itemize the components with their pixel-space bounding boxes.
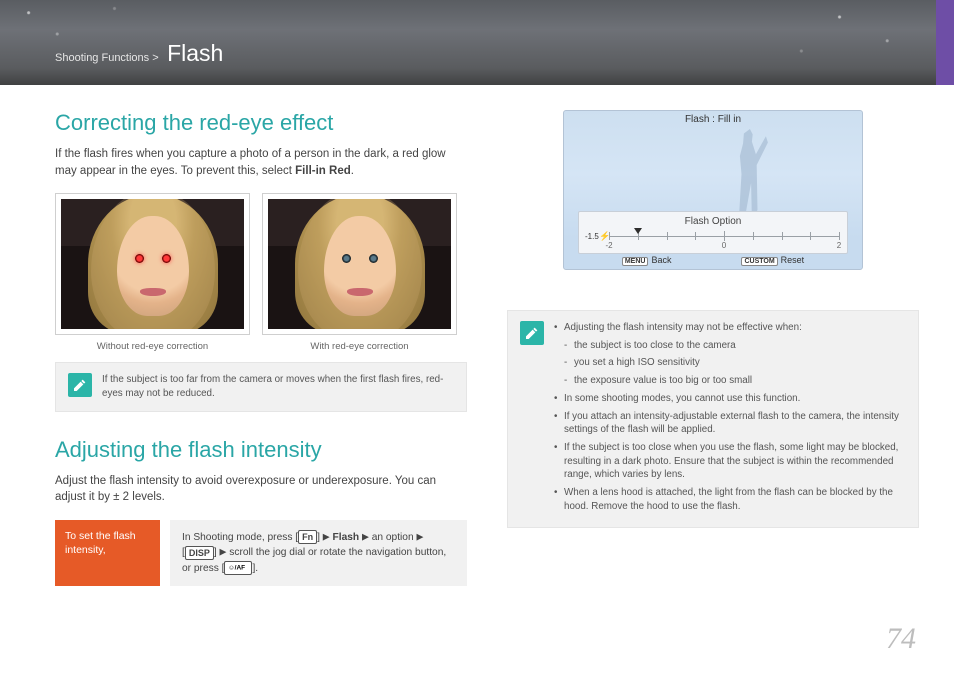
side-purple-tab [936,0,954,85]
note-redeye: If the subject is too far from the camer… [55,362,467,411]
ev-scale: ⚡ -1.5 -2 0 2 [609,229,839,251]
redeye-paragraph: If the flash fires when you capture a ph… [55,146,467,179]
pencil-icon [520,321,544,345]
photo-without-correction: Without red-eye correction [55,193,250,352]
flash-option-label: Flash Option [579,216,847,227]
subject-silhouette-icon [728,129,768,219]
header-bar: Shooting Functions > Flash [0,0,954,85]
photo-row: Without red-eye correction With red-eye … [55,193,467,352]
ev-value: -1.5 [585,232,599,241]
list-item: If you attach an intensity-adjustable ex… [554,410,906,437]
list-item: Adjusting the flash intensity may not be… [554,321,906,335]
photo-with-correction: With red-eye correction [262,193,457,352]
breadcrumb-title: Flash [163,40,223,66]
instruction-label: To set the flash intensity, [55,520,160,586]
intensity-paragraph: Adjust the flash intensity to avoid over… [55,473,467,506]
note-intensity-list: Adjusting the flash intensity may not be… [554,321,906,517]
list-item: you set a high ISO sensitivity [554,356,906,370]
camera-ui-panel: Flash : Fill in Flash Option ⚡ -1.5 [563,110,863,270]
section-title-intensity: Adjusting the flash intensity [55,437,467,463]
list-item: the subject is too close to the camera [554,339,906,353]
caption-without: Without red-eye correction [55,341,250,352]
af-key-icon: ☺/AF [224,561,252,575]
note-intensity: Adjusting the flash intensity may not be… [507,310,919,528]
pencil-icon [68,373,92,397]
svg-text:☺/AF: ☺/AF [228,565,245,572]
menu-back-hint: MENUBack [622,255,672,266]
flash-option-box: Flash Option ⚡ -1.5 -2 0 2 [578,211,848,254]
caption-with: With red-eye correction [262,341,457,352]
camera-ui-title: Flash : Fill in [564,114,862,125]
instruction-body: In Shooting mode, press [Fn] ▶ Flash ▶ a… [170,520,467,586]
page-number: 74 [886,622,916,656]
list-item: the exposure value is too big or too sma… [554,374,906,388]
fn-key-icon: Fn [298,530,317,544]
section-title-redeye: Correcting the red-eye effect [55,110,467,136]
list-item: If the subject is too close when you use… [554,441,906,482]
list-item: In some shooting modes, you cannot use t… [554,392,906,406]
custom-reset-hint: CUSTOMReset [741,255,804,266]
breadcrumb-prefix: Shooting Functions > [55,52,159,64]
note-redeye-text: If the subject is too far from the camer… [102,373,454,400]
list-item: When a lens hood is attached, the light … [554,486,906,513]
ev-pointer-icon [634,228,642,234]
disp-key-icon: DISP [185,546,214,560]
